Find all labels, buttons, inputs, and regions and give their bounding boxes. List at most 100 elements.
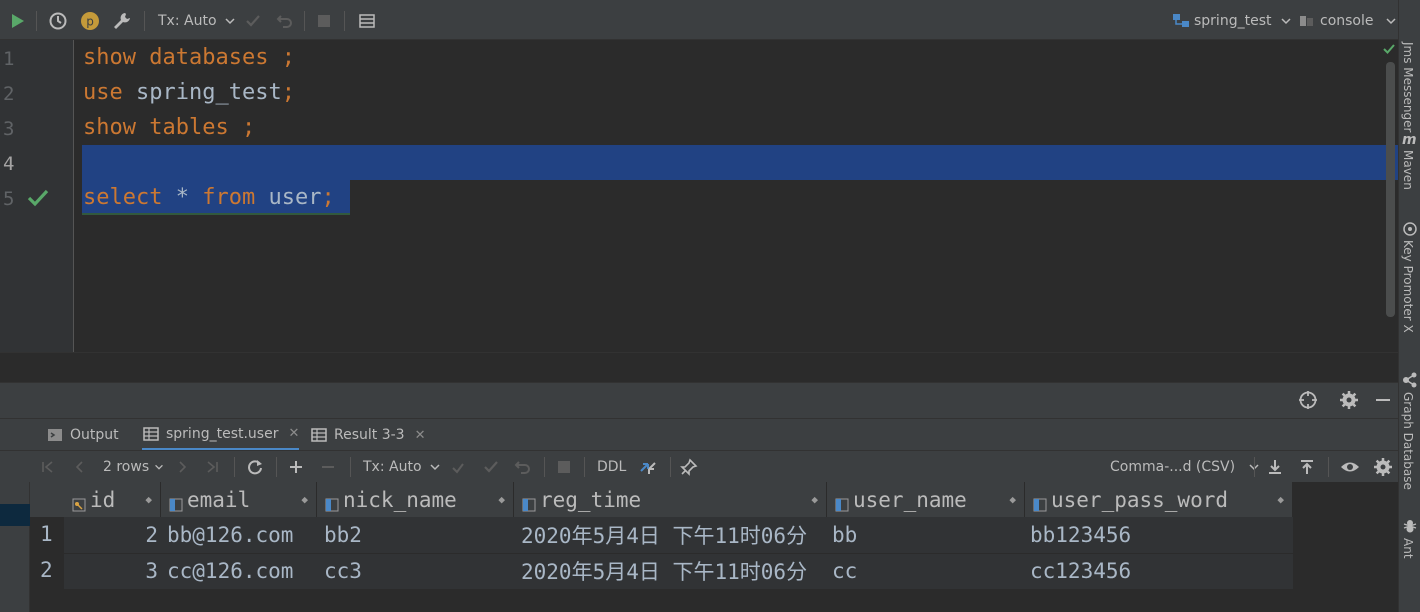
- cell-email[interactable]: cc@126.com: [167, 553, 317, 589]
- rollback-button[interactable]: [514, 457, 532, 477]
- last-page-button[interactable]: [204, 457, 220, 477]
- cell-user-pass-word[interactable]: bb123456: [1030, 517, 1290, 553]
- row-number[interactable]: 1: [40, 522, 53, 546]
- column-header-id[interactable]: id ◆: [64, 482, 161, 517]
- commit-button[interactable]: [244, 10, 262, 32]
- rollback-button[interactable]: [276, 10, 294, 32]
- view-options-button[interactable]: [1340, 457, 1360, 477]
- results-tabs: Output spring_test.user ✕ Result 3-3 ✕: [0, 418, 1398, 451]
- cell-id[interactable]: 3: [64, 553, 158, 589]
- minimize-icon[interactable]: [1374, 390, 1392, 410]
- submit-button[interactable]: [450, 457, 466, 477]
- row-number[interactable]: 2: [40, 558, 53, 582]
- explain-plan-button[interactable]: p: [80, 10, 100, 32]
- tool-window-jms-messenger[interactable]: Jms Messenger: [1401, 42, 1415, 132]
- cell-nick-name[interactable]: bb2: [324, 517, 514, 553]
- column-icon: [325, 493, 339, 511]
- column-icon: [169, 493, 183, 511]
- tx-mode-dropdown[interactable]: Tx: Auto: [363, 457, 442, 477]
- history-button[interactable]: [48, 10, 68, 32]
- code-line-2[interactable]: use spring_test;: [83, 80, 295, 105]
- pin-tab-button[interactable]: [680, 457, 698, 477]
- column-header-email[interactable]: email ◆: [161, 482, 317, 517]
- cell-user-name[interactable]: cc: [832, 553, 1022, 589]
- clock-icon: [49, 12, 67, 30]
- cell-user-pass-word[interactable]: cc123456: [1030, 553, 1290, 589]
- chevron-down-icon: [1281, 18, 1292, 25]
- stop-button[interactable]: [316, 10, 332, 32]
- sort-icon[interactable]: ◆: [498, 493, 505, 506]
- plus-icon: [290, 461, 302, 473]
- gear-icon[interactable]: [1339, 390, 1359, 410]
- results-grid[interactable]: id ◆ email ◆ nick_name ◆ reg_time ◆ user…: [30, 482, 1398, 612]
- close-icon[interactable]: ✕: [288, 426, 299, 441]
- add-row-button[interactable]: [288, 457, 304, 477]
- column-header-reg-time[interactable]: reg_time ◆: [514, 482, 827, 517]
- close-icon[interactable]: ✕: [415, 428, 426, 443]
- sort-icon[interactable]: ◆: [811, 493, 818, 506]
- db-submit-icon: [452, 463, 464, 474]
- line-number: 2: [3, 83, 15, 105]
- chevron-down-icon: [155, 464, 164, 470]
- code-line-1[interactable]: show databases ;: [83, 45, 295, 70]
- splitter[interactable]: [0, 352, 1398, 382]
- sort-icon[interactable]: ◆: [1277, 493, 1284, 506]
- tree-selection[interactable]: [0, 504, 30, 526]
- cell-id[interactable]: 2: [64, 517, 158, 553]
- column-header-user-name[interactable]: user_name ◆: [827, 482, 1025, 517]
- tab-spring-test-user[interactable]: spring_test.user ✕: [142, 419, 300, 451]
- delete-row-button[interactable]: [320, 457, 336, 477]
- line-number: 5: [3, 188, 15, 210]
- cell-nick-name[interactable]: cc3: [324, 553, 514, 589]
- editor-scrollbar[interactable]: [1386, 62, 1395, 317]
- commit-button[interactable]: [482, 457, 500, 477]
- sort-icon[interactable]: ◆: [145, 493, 152, 506]
- sort-icon[interactable]: ◆: [301, 493, 308, 506]
- last-page-icon: [207, 461, 218, 473]
- grid-settings-button[interactable]: [1373, 457, 1393, 477]
- code-line-3[interactable]: show tables ;: [83, 115, 255, 140]
- import-button[interactable]: [1298, 457, 1316, 477]
- graph-icon: [1403, 372, 1417, 388]
- tab-result-3-3[interactable]: Result 3-3 ✕: [310, 419, 425, 451]
- cell-email[interactable]: bb@126.com: [167, 517, 317, 553]
- cell-reg-time[interactable]: 2020年5月4日 下午11时06分: [521, 553, 827, 589]
- target-icon[interactable]: [1298, 390, 1318, 410]
- refresh-button[interactable]: [246, 457, 264, 477]
- sort-icon[interactable]: ◆: [1009, 493, 1016, 506]
- tab-label: spring_test.user: [166, 425, 279, 442]
- export-button[interactable]: [1266, 457, 1284, 477]
- page-size-dropdown[interactable]: 2 rows: [103, 457, 165, 477]
- tool-window-maven[interactable]: Maven: [1401, 150, 1415, 190]
- tool-window-key-promoter-x[interactable]: Key Promoter X: [1401, 240, 1415, 333]
- tab-output[interactable]: Output: [46, 419, 119, 451]
- ddl-button[interactable]: DDL: [597, 457, 626, 477]
- export-format-dropdown[interactable]: Comma-...d (CSV): [1110, 457, 1261, 477]
- sql-keyword: ;: [228, 115, 256, 140]
- datasource-dropdown[interactable]: spring_test: [1172, 10, 1293, 32]
- session-dropdown[interactable]: console: [1298, 10, 1398, 32]
- first-page-button[interactable]: [40, 457, 56, 477]
- right-tool-window-bar: Jms Messenger m Maven Key Promoter X Gra…: [1398, 0, 1420, 612]
- next-page-button[interactable]: [174, 457, 190, 477]
- table-view-button[interactable]: [358, 10, 376, 32]
- chevron-left-icon: [75, 461, 83, 473]
- tx-mode-dropdown[interactable]: Tx: Auto: [158, 10, 237, 32]
- cell-reg-time[interactable]: 2020年5月4日 下午11时06分: [521, 517, 827, 553]
- undo-icon: [514, 461, 530, 474]
- code-line-5[interactable]: select * from user;: [83, 185, 335, 210]
- tool-window-ant[interactable]: Ant: [1401, 538, 1415, 559]
- column-header-nick-name[interactable]: nick_name ◆: [317, 482, 514, 517]
- p-badge-icon: p: [81, 12, 99, 30]
- sql-editor[interactable]: 1 2 3 4 5 show databases ; use spring_te…: [0, 40, 1398, 352]
- previous-page-button[interactable]: [72, 457, 88, 477]
- cell-user-name[interactable]: bb: [832, 517, 1022, 553]
- run-button[interactable]: [8, 10, 26, 32]
- compare-button[interactable]: [638, 457, 658, 477]
- settings-wrench-button[interactable]: [112, 10, 132, 32]
- cancel-running-button[interactable]: [556, 457, 572, 477]
- column-header-user-pass-word[interactable]: user_pass_word ◆: [1025, 482, 1293, 517]
- tool-window-graph-database[interactable]: Graph Database: [1401, 392, 1415, 490]
- sql-identifier: user: [255, 185, 322, 210]
- sql-keyword: ;: [268, 45, 295, 70]
